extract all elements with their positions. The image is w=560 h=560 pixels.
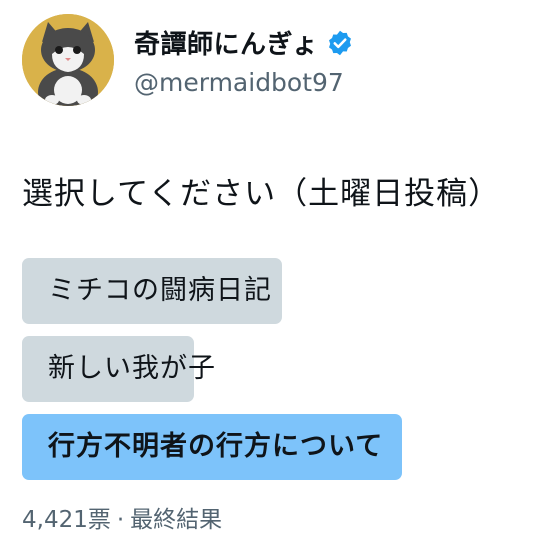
vote-count: 4,421票 (22, 507, 111, 533)
poll-footer: 4,421票 · 最終結果 (22, 500, 222, 534)
poll-option[interactable]: ミチコの闘病日記 (22, 258, 542, 324)
name-row: 奇譚師にんぎょ (134, 24, 354, 61)
poll-option-label: ミチコの闘病日記 (48, 275, 272, 306)
separator: · (116, 507, 125, 533)
poll-status: 最終結果 (130, 507, 223, 533)
poll-option[interactable]: 行方不明者の行方について (22, 414, 542, 480)
tweet-header: 奇譚師にんぎょ @mermaidbot97 (22, 14, 542, 106)
poll-question: 選択してください（土曜日投稿） (22, 176, 501, 212)
verified-badge-icon (326, 29, 354, 57)
user-handle[interactable]: @mermaidbot97 (134, 68, 344, 97)
poll-option-label: 行方不明者の行方について (48, 431, 384, 462)
poll-option[interactable]: 新しい我が子 (22, 336, 542, 402)
poll: ミチコの闘病日記 新しい我が子 行方不明者の行方について (22, 258, 542, 492)
display-name[interactable]: 奇譚師にんぎょ (134, 24, 318, 61)
cat-avatar-icon[interactable] (22, 14, 114, 106)
poll-option-label: 新しい我が子 (48, 353, 216, 384)
